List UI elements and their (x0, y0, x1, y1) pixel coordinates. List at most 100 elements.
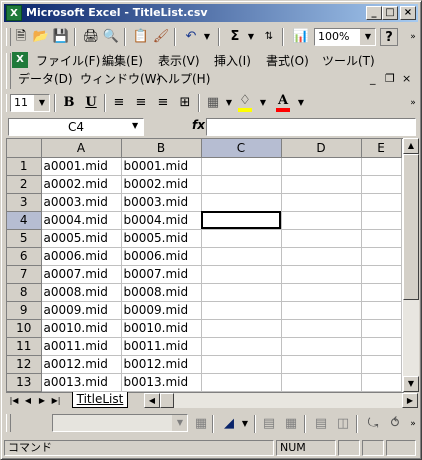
menu-insert[interactable]: 挿入(I) (214, 53, 251, 69)
select-all-corner[interactable] (7, 139, 42, 158)
cell-d3[interactable] (281, 193, 362, 212)
excel-app-icon[interactable]: X (6, 5, 22, 21)
column-header-e[interactable]: E (361, 139, 402, 158)
cell-d11[interactable] (281, 337, 362, 356)
cell-b13[interactable]: b0013.mid (121, 373, 202, 392)
cell-e7[interactable] (361, 265, 402, 284)
format-painter-icon[interactable]: 🖌 (152, 28, 170, 46)
toolbar-grip[interactable] (6, 28, 11, 46)
angle-text-up-icon[interactable]: ⥀ (386, 415, 404, 433)
data-table-icon[interactable]: ▦ (282, 415, 300, 433)
cell-d6[interactable] (281, 247, 362, 266)
cell-a9[interactable]: a0009.mid (41, 301, 122, 320)
cell-b8[interactable]: b0008.mid (121, 283, 202, 302)
menu-edit[interactable]: 編集(E) (102, 53, 143, 69)
cell-e8[interactable] (361, 283, 402, 302)
name-box[interactable]: C4 (8, 118, 144, 136)
cell-a1[interactable]: a0001.mid (41, 157, 122, 176)
font-size-select[interactable]: 11 ▼ (10, 94, 50, 112)
scroll-up-icon[interactable]: ▲ (403, 138, 419, 154)
cell-c6[interactable] (201, 247, 282, 266)
cell-d8[interactable] (281, 283, 362, 302)
cell-c12[interactable] (201, 355, 282, 374)
active-cell[interactable] (201, 211, 282, 230)
row-header[interactable]: 13 (7, 373, 42, 392)
column-header-c[interactable]: C (201, 139, 282, 158)
cell-e9[interactable] (361, 301, 402, 320)
cell-e6[interactable] (361, 247, 402, 266)
row-header[interactable]: 6 (7, 247, 42, 266)
close-button[interactable]: × (400, 6, 416, 20)
cell-b3[interactable]: b0003.mid (121, 193, 202, 212)
horizontal-scrollbar[interactable]: ◀ ▶ (144, 393, 418, 408)
row-header[interactable]: 11 (7, 337, 42, 356)
cell-d13[interactable] (281, 373, 362, 392)
row-header[interactable]: 4 (7, 211, 42, 230)
cell-c5[interactable] (201, 229, 282, 248)
vertical-scrollbar[interactable]: ▲ ▼ (403, 138, 419, 392)
horizontal-scroll-thumb[interactable] (160, 393, 174, 408)
next-sheet-icon[interactable]: ▶ (36, 394, 48, 407)
open-icon[interactable]: 📂 (32, 28, 50, 46)
cell-a8[interactable]: a0008.mid (41, 283, 122, 302)
cell-b1[interactable]: b0001.mid (121, 157, 202, 176)
worksheet-grid[interactable]: A B C D E 1 a0001.mid b0001.mid 2 a0002.mid b0002.… (6, 138, 404, 393)
menu-view[interactable]: 表示(V) (158, 53, 200, 69)
menu-tools[interactable]: ツール(T) (322, 53, 375, 69)
chevron-down-icon[interactable]: ▼ (172, 415, 187, 431)
cell-a5[interactable]: a0005.mid (41, 229, 122, 248)
cell-c2[interactable] (201, 175, 282, 194)
minimize-button[interactable]: _ (366, 6, 382, 20)
object-select[interactable]: ▼ (52, 414, 188, 432)
cell-d5[interactable] (281, 229, 362, 248)
column-header-a[interactable]: A (41, 139, 122, 158)
cell-c9[interactable] (201, 301, 282, 320)
row-header[interactable]: 2 (7, 175, 42, 194)
first-sheet-icon[interactable]: |◀ (8, 394, 20, 407)
legend-icon[interactable]: ▤ (260, 415, 278, 433)
workbook-icon[interactable]: X (12, 52, 28, 68)
copy-icon[interactable]: 📋 (132, 28, 150, 46)
row-header[interactable]: 10 (7, 319, 42, 338)
cell-a2[interactable]: a0002.mid (41, 175, 122, 194)
align-center-icon[interactable]: ≡ (132, 94, 150, 112)
cell-a12[interactable]: a0012.mid (41, 355, 122, 374)
cell-c13[interactable] (201, 373, 282, 392)
row-header[interactable]: 5 (7, 229, 42, 248)
cell-a6[interactable]: a0006.mid (41, 247, 122, 266)
cell-d7[interactable] (281, 265, 362, 284)
cell-b4[interactable]: b0004.mid (121, 211, 202, 230)
chevron-down-icon[interactable]: ▼ (360, 29, 375, 45)
cell-b11[interactable]: b0011.mid (121, 337, 202, 356)
font-color-dropdown-icon[interactable]: ▼ (292, 94, 310, 112)
cell-a13[interactable]: a0013.mid (41, 373, 122, 392)
row-header[interactable]: 8 (7, 283, 42, 302)
doc-restore-button[interactable]: ❐ (385, 71, 395, 87)
cell-c3[interactable] (201, 193, 282, 212)
zoom-select[interactable]: 100% ▼ (314, 28, 376, 46)
menu-help[interactable]: ヘルプ(H) (156, 71, 210, 87)
formula-input[interactable] (206, 118, 416, 136)
cell-e3[interactable] (361, 193, 402, 212)
cell-d2[interactable] (281, 175, 362, 194)
cell-b12[interactable]: b0012.mid (121, 355, 202, 374)
cell-a4[interactable]: a0004.mid (41, 211, 122, 230)
cell-c11[interactable] (201, 337, 282, 356)
cell-c8[interactable] (201, 283, 282, 302)
help-icon[interactable]: ? (380, 28, 398, 46)
maximize-button[interactable]: □ (382, 6, 398, 20)
resize-grip-icon[interactable] (386, 440, 416, 456)
doc-close-button[interactable]: × (402, 71, 411, 87)
cell-e11[interactable] (361, 337, 402, 356)
doc-minimize-button[interactable]: _ (370, 71, 376, 87)
sum-dropdown-icon[interactable]: ▼ (242, 28, 260, 46)
title-bar[interactable]: X Microsoft Excel - TitleList.csv _ □ × (4, 4, 418, 22)
by-column-icon[interactable]: ◫ (334, 415, 352, 433)
cell-e1[interactable] (361, 157, 402, 176)
row-header[interactable]: 3 (7, 193, 42, 212)
bold-button[interactable]: B (60, 94, 78, 112)
toolbar-overflow-icon[interactable]: » (404, 94, 422, 112)
row-header[interactable]: 9 (7, 301, 42, 320)
row-header[interactable]: 12 (7, 355, 42, 374)
cell-d9[interactable] (281, 301, 362, 320)
